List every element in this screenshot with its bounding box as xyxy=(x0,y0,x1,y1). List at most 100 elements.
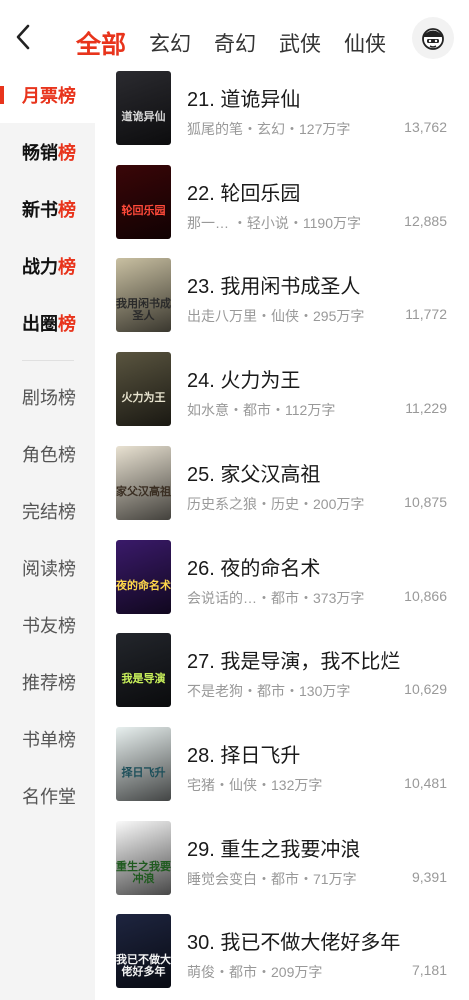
book-cover[interactable]: 道诡异仙 xyxy=(116,71,171,145)
monthly-ticket-count: 13,762 xyxy=(404,119,447,135)
book-cover[interactable]: 火力为王 xyxy=(116,352,171,426)
sidebar-item-label: 推荐榜 xyxy=(22,672,76,693)
book-list-item[interactable]: 择日飞升 28. 择日飞升宅猪・仙侠・132万字 10,481 xyxy=(95,727,469,821)
tab-all[interactable]: 全部 xyxy=(76,30,126,72)
book-meta: 出走八万里・仙侠・295万字 xyxy=(187,308,365,324)
sidebar-item-label-suffix: 榜 xyxy=(58,313,76,334)
monthly-ticket-count: 12,885 xyxy=(404,213,447,229)
book-cover[interactable]: 我已不做大佬好多年 xyxy=(116,914,171,988)
book-cover-lettering: 夜的命名术 xyxy=(116,580,171,592)
tab-wuxia[interactable]: 武侠 xyxy=(279,30,321,60)
book-title[interactable]: 24. 火力为王 xyxy=(187,364,300,393)
book-cover-lettering: 道诡异仙 xyxy=(121,111,166,123)
sidebar-item-label: 战力 xyxy=(22,256,58,277)
sidebar-item-label: 阅读榜 xyxy=(22,558,76,579)
sidebar-item-label: 书单榜 xyxy=(22,729,76,750)
sidebar-item-new-books[interactable]: 新书榜 xyxy=(0,180,95,237)
book-cover[interactable]: 择日飞升 xyxy=(116,727,171,801)
book-meta: 萌俊・都市・209万字 xyxy=(187,964,323,980)
sidebar-item-booklist[interactable]: 书单榜 xyxy=(0,710,95,767)
sidebar-item-character[interactable]: 角色榜 xyxy=(0,425,95,482)
book-list-item[interactable]: 轮回乐园 22. 轮回乐园那一… ・轻小说・1190万字 12,885 xyxy=(95,165,469,259)
book-list-item[interactable]: 家父汉高祖 25. 家父汉高祖历史系之狼・历史・200万字 10,875 xyxy=(95,446,469,540)
sidebar-divider xyxy=(22,360,74,361)
book-meta: 不是老狗・都市・130万字 xyxy=(187,683,351,699)
tab-xianxia[interactable]: 仙侠 xyxy=(344,30,386,60)
tab-qihuan[interactable]: 奇幻 xyxy=(214,30,256,60)
book-list-item[interactable]: 我是导演 27. 我是导演，我不比烂不是老狗・都市・130万字 10,629 xyxy=(95,633,469,727)
book-list-item[interactable]: 重生之我要冲浪 29. 重生之我要冲浪睡觉会变白・都市・71万字 9,391 xyxy=(95,821,469,915)
book-cover-lettering: 家父汉高祖 xyxy=(116,486,171,498)
book-cover-lettering: 我已不做大佬好多年 xyxy=(116,954,171,978)
sidebar-item-label-suffix: 榜 xyxy=(58,199,76,220)
book-meta: 历史系之狼・历史・200万字 xyxy=(187,496,365,512)
book-cover-lettering: 火力为王 xyxy=(121,392,166,404)
book-title[interactable]: 27. 我是导演，我不比烂 xyxy=(187,645,400,674)
book-cover[interactable]: 家父汉高祖 xyxy=(116,446,171,520)
book-title[interactable]: 25. 家父汉高祖 xyxy=(187,458,320,487)
sidebar-item-breakout[interactable]: 出圈榜 xyxy=(0,294,95,351)
sidebar-item-recommend[interactable]: 推荐榜 xyxy=(0,653,95,710)
sidebar-item-finished[interactable]: 完结榜 xyxy=(0,482,95,539)
book-list-item[interactable]: 我已不做大佬好多年 30. 我已不做大佬好多年萌俊・都市・209万字 7,181 xyxy=(95,914,469,1000)
monthly-ticket-count: 10,629 xyxy=(404,681,447,697)
book-cover-lettering: 择日飞升 xyxy=(121,767,166,779)
monthly-ticket-count: 9,391 xyxy=(411,869,447,885)
avatar-icon[interactable] xyxy=(412,17,454,59)
book-cover[interactable]: 重生之我要冲浪 xyxy=(116,821,171,895)
sidebar-item-label: 书友榜 xyxy=(22,615,76,636)
book-meta: 会说话的…・都市・373万字 xyxy=(187,590,365,606)
book-cover[interactable]: 轮回乐园 xyxy=(116,165,171,239)
book-cover[interactable]: 夜的命名术 xyxy=(116,540,171,614)
sidebar-item-monthly-ticket[interactable]: 月票榜 xyxy=(0,66,95,123)
sidebar-item-reading[interactable]: 阅读榜 xyxy=(0,539,95,596)
sidebar-item-bestseller[interactable]: 畅销榜 xyxy=(0,123,95,180)
tab-xuanhuan[interactable]: 玄幻 xyxy=(149,30,191,60)
book-title[interactable]: 22. 轮回乐园 xyxy=(187,177,300,206)
sidebar-item-label: 角色榜 xyxy=(22,444,76,465)
back-icon[interactable] xyxy=(10,22,36,52)
sidebar-item-power[interactable]: 战力榜 xyxy=(0,237,95,294)
book-meta: 睡觉会变白・都市・71万字 xyxy=(187,871,357,887)
sidebar-item-label: 出圈 xyxy=(22,313,58,334)
ranking-sidebar: 月票榜 畅销榜 新书榜 战力榜 出圈榜 剧场榜 角色榜 完结榜 阅读榜 书友榜 … xyxy=(0,66,95,1000)
sidebar-item-label-suffix: 榜 xyxy=(58,142,76,163)
sidebar-item-readers[interactable]: 书友榜 xyxy=(0,596,95,653)
book-title[interactable]: 30. 我已不做大佬好多年 xyxy=(187,926,400,955)
sidebar-item-theater[interactable]: 剧场榜 xyxy=(0,368,95,425)
book-cover[interactable]: 我是导演 xyxy=(116,633,171,707)
book-title[interactable]: 23. 我用闲书成圣人 xyxy=(187,270,360,299)
book-cover-lettering: 我用闲书成圣人 xyxy=(116,298,171,322)
book-title[interactable]: 21. 道诡异仙 xyxy=(187,83,300,112)
monthly-ticket-count: 10,481 xyxy=(404,775,447,791)
sidebar-item-label: 新书 xyxy=(22,199,58,220)
monthly-ticket-count: 11,229 xyxy=(405,400,447,416)
book-meta: 宅猪・仙侠・132万字 xyxy=(187,777,323,793)
book-title[interactable]: 26. 夜的命名术 xyxy=(187,552,320,581)
book-meta: 那一… ・轻小说・1190万字 xyxy=(187,215,361,231)
book-list-item[interactable]: 道诡异仙 21. 道诡异仙狐尾的笔・玄幻・127万字 13,762 xyxy=(95,71,469,165)
book-cover-lettering: 我是导演 xyxy=(121,673,166,685)
monthly-ticket-count: 10,875 xyxy=(404,494,447,510)
sidebar-item-label: 名作堂 xyxy=(22,786,76,807)
sidebar-item-label: 畅销 xyxy=(22,142,58,163)
book-meta: 狐尾的笔・玄幻・127万字 xyxy=(187,121,351,137)
sidebar-item-label-suffix: 榜 xyxy=(58,85,76,106)
book-title[interactable]: 28. 择日飞升 xyxy=(187,739,300,768)
monthly-ticket-count: 10,866 xyxy=(404,588,447,604)
category-tabs: 全部 玄幻 奇幻 武侠 仙侠 xyxy=(76,18,409,72)
sidebar-item-label: 完结榜 xyxy=(22,501,76,522)
sidebar-item-label-suffix: 榜 xyxy=(58,256,76,277)
book-list-item[interactable]: 夜的命名术 26. 夜的命名术会说话的…・都市・373万字 10,866 xyxy=(95,540,469,634)
sidebar-item-masterpiece[interactable]: 名作堂 xyxy=(0,767,95,824)
book-cover[interactable]: 我用闲书成圣人 xyxy=(116,258,171,332)
book-list-item[interactable]: 火力为王 24. 火力为王 如水意・都市・112万字 11,229 xyxy=(95,352,469,446)
book-cover-lettering: 轮回乐园 xyxy=(121,205,166,217)
sidebar-item-label: 剧场榜 xyxy=(22,387,76,408)
monthly-ticket-count: 7,181 xyxy=(411,962,447,978)
book-cover-lettering: 重生之我要冲浪 xyxy=(116,861,171,885)
monthly-ticket-count: 11,772 xyxy=(405,306,447,322)
sidebar-item-label: 月票 xyxy=(22,85,58,106)
book-list-item[interactable]: 我用闲书成圣人 23. 我用闲书成圣人出走八万里・仙侠・295万字 11,772 xyxy=(95,258,469,352)
book-title[interactable]: 29. 重生之我要冲浪 xyxy=(187,833,360,862)
